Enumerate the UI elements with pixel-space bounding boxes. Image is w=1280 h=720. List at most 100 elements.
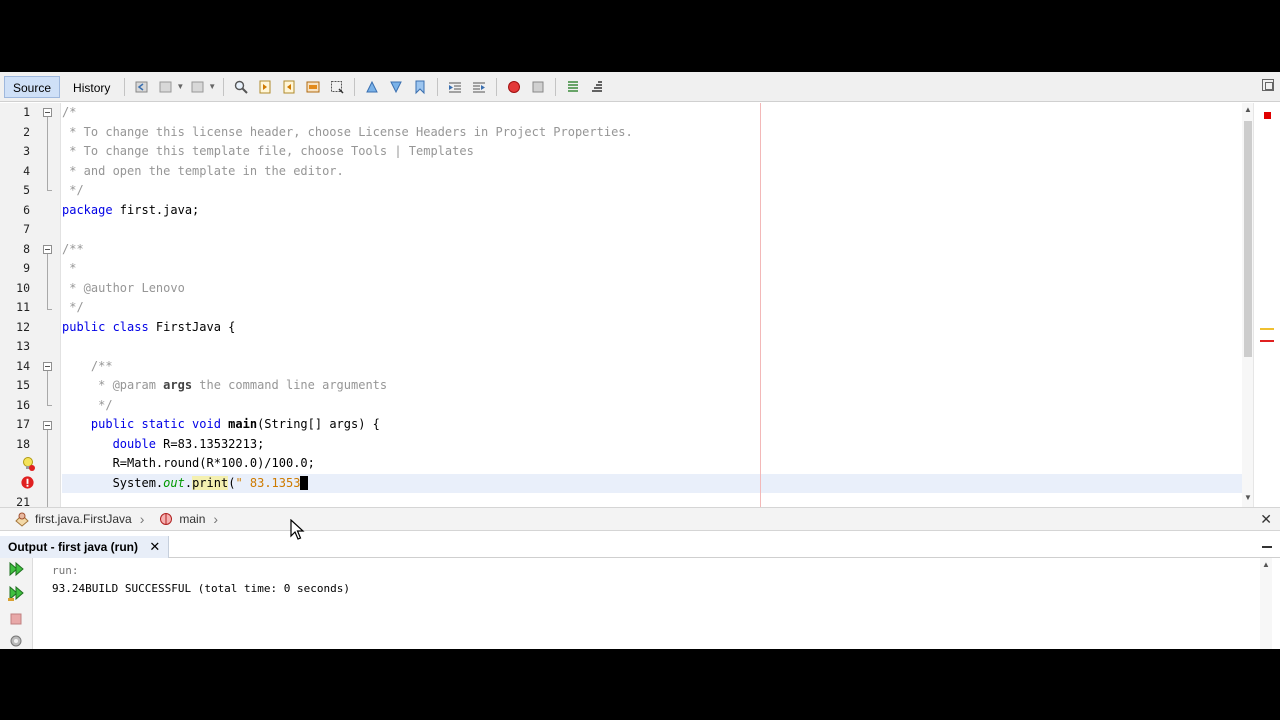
fold-end <box>47 309 52 310</box>
rerun-with-params-icon[interactable] <box>7 584 25 602</box>
comment-icon[interactable] <box>565 79 581 95</box>
fold-line <box>47 371 48 405</box>
shift-left-icon[interactable] <box>447 79 463 95</box>
toggle-rectangular-selection-icon[interactable] <box>329 79 345 95</box>
code-line: * <box>62 261 77 275</box>
rerun-icon[interactable] <box>7 560 25 578</box>
code-line: * To change this license header, choose … <box>62 124 633 139</box>
class-icon <box>15 512 29 527</box>
find-selection-icon[interactable] <box>305 79 321 95</box>
code-line: R=Math.round(R*100.0)/100.0; <box>62 456 315 470</box>
scroll-down-icon[interactable]: ▼ <box>1244 493 1252 502</box>
code-text: Lenovo <box>134 280 185 295</box>
current-code-line: System.out.print(" 83.1353 <box>62 473 1242 493</box>
field-name: out <box>163 475 185 490</box>
start-macro-icon[interactable] <box>506 79 522 95</box>
find-icon[interactable] <box>233 79 249 95</box>
error-mark[interactable] <box>1260 340 1274 342</box>
chevron-down-icon[interactable]: ▼ <box>208 82 216 91</box>
close-icon[interactable]: ✕ <box>1260 511 1272 528</box>
mouse-cursor-icon <box>290 519 305 540</box>
code-line: double R=83.13532213; <box>62 435 1242 455</box>
error-status-icon[interactable] <box>1264 112 1271 119</box>
code-text: . <box>184 475 193 490</box>
code-text: first.java; <box>112 202 200 217</box>
chevron-right-icon: › <box>213 511 219 527</box>
tab-history[interactable]: History <box>64 76 119 98</box>
breadcrumb-class[interactable]: first.java.FirstJava <box>14 511 132 527</box>
line-number: 1 <box>23 105 30 119</box>
chevron-down-icon[interactable]: ▼ <box>176 82 184 91</box>
next-bookmark-icon[interactable] <box>388 79 404 95</box>
line-number: 10 <box>16 280 30 295</box>
line-number: 17 <box>16 417 30 431</box>
line-number: 21 <box>16 495 30 507</box>
toolbar-separator <box>496 77 498 96</box>
forward-icon[interactable] <box>158 79 174 95</box>
scrollbar-thumb[interactable] <box>1244 121 1252 357</box>
javadoc-param: args <box>155 378 193 392</box>
stop-macro-icon[interactable] <box>530 79 546 95</box>
tab-output[interactable]: Output - first java (run) ✕ <box>0 536 170 558</box>
minimize-icon[interactable] <box>1262 546 1272 548</box>
find-next-icon[interactable] <box>281 79 297 95</box>
error-stripe[interactable] <box>1253 103 1280 507</box>
error-badge-icon[interactable] <box>20 475 35 490</box>
back-icon[interactable] <box>134 79 150 95</box>
code-line: /** <box>62 358 113 373</box>
keyword: public class <box>62 319 149 334</box>
toggle-bookmark-icon[interactable] <box>412 79 428 95</box>
line-number: 11 <box>16 300 30 314</box>
settings-icon[interactable] <box>7 632 25 650</box>
maximize-window-button[interactable] <box>1262 79 1274 91</box>
line-number: 6 <box>23 202 30 217</box>
output-tab-label: Output - first java (run) <box>8 540 138 554</box>
code-line: package first.java; <box>62 201 1242 221</box>
code-line: * and open the template in the editor. <box>62 163 344 178</box>
fold-toggle[interactable] <box>43 421 52 430</box>
code-line: * @param args the command line arguments <box>62 376 1242 396</box>
code-editor[interactable]: 1 2 3 4 5 6 7 8 9 10 11 12 13 14 15 16 1… <box>0 103 1280 507</box>
line-number: 2 <box>23 124 30 139</box>
previous-bookmark-icon[interactable] <box>364 79 380 95</box>
code-line: /** <box>62 241 84 256</box>
scroll-up-icon[interactable]: ▲ <box>1262 560 1270 569</box>
close-icon[interactable]: ✕ <box>149 539 160 554</box>
toggle-highlight-icon[interactable] <box>190 79 206 95</box>
breadcrumb-method[interactable]: main <box>158 511 205 527</box>
scroll-up-icon[interactable]: ▲ <box>1244 105 1252 114</box>
uncomment-icon[interactable] <box>589 79 605 95</box>
output-vertical-scrollbar[interactable]: ▲ <box>1260 558 1272 649</box>
line-number: 14 <box>16 358 30 373</box>
output-window: run: 93.24BUILD SUCCESSFUL (total time: 0… <box>0 558 1280 649</box>
output-console[interactable]: run: 93.24BUILD SUCCESSFUL (total time: 0… <box>52 562 350 598</box>
toolbar-separator <box>354 77 356 96</box>
method-icon <box>160 513 173 525</box>
line-number: 5 <box>23 183 30 197</box>
toolbar-separator <box>437 77 439 96</box>
code-text: the command line arguments <box>192 378 388 392</box>
tab-source[interactable]: Source <box>4 75 61 98</box>
fold-toggle[interactable] <box>43 362 52 371</box>
stop-icon[interactable] <box>7 610 25 628</box>
toolbar-separator <box>223 77 225 96</box>
line-number: 13 <box>16 339 30 353</box>
toolbar-separator <box>124 77 126 96</box>
line-number: 15 <box>16 378 30 392</box>
fold-toggle[interactable] <box>43 108 52 117</box>
fold-toggle[interactable] <box>43 245 52 254</box>
hint-bulb-icon[interactable] <box>20 456 36 472</box>
code-line: * To change this template file, choose T… <box>62 144 474 158</box>
find-previous-icon[interactable] <box>257 79 273 95</box>
warning-mark[interactable] <box>1260 328 1274 330</box>
line-number: 9 <box>23 261 30 275</box>
line-number: 7 <box>23 222 30 236</box>
code-text: R=83.13532213; <box>155 436 265 451</box>
code-text: System. <box>62 475 164 490</box>
code-area[interactable]: /* * To change this license header, choo… <box>62 103 1242 507</box>
fold-line <box>47 254 48 309</box>
code-line: */ <box>62 183 84 197</box>
fold-end <box>47 405 52 406</box>
editor-gutter: 1 2 3 4 5 6 7 8 9 10 11 12 13 14 15 16 1… <box>0 103 61 507</box>
shift-right-icon[interactable] <box>471 79 487 95</box>
